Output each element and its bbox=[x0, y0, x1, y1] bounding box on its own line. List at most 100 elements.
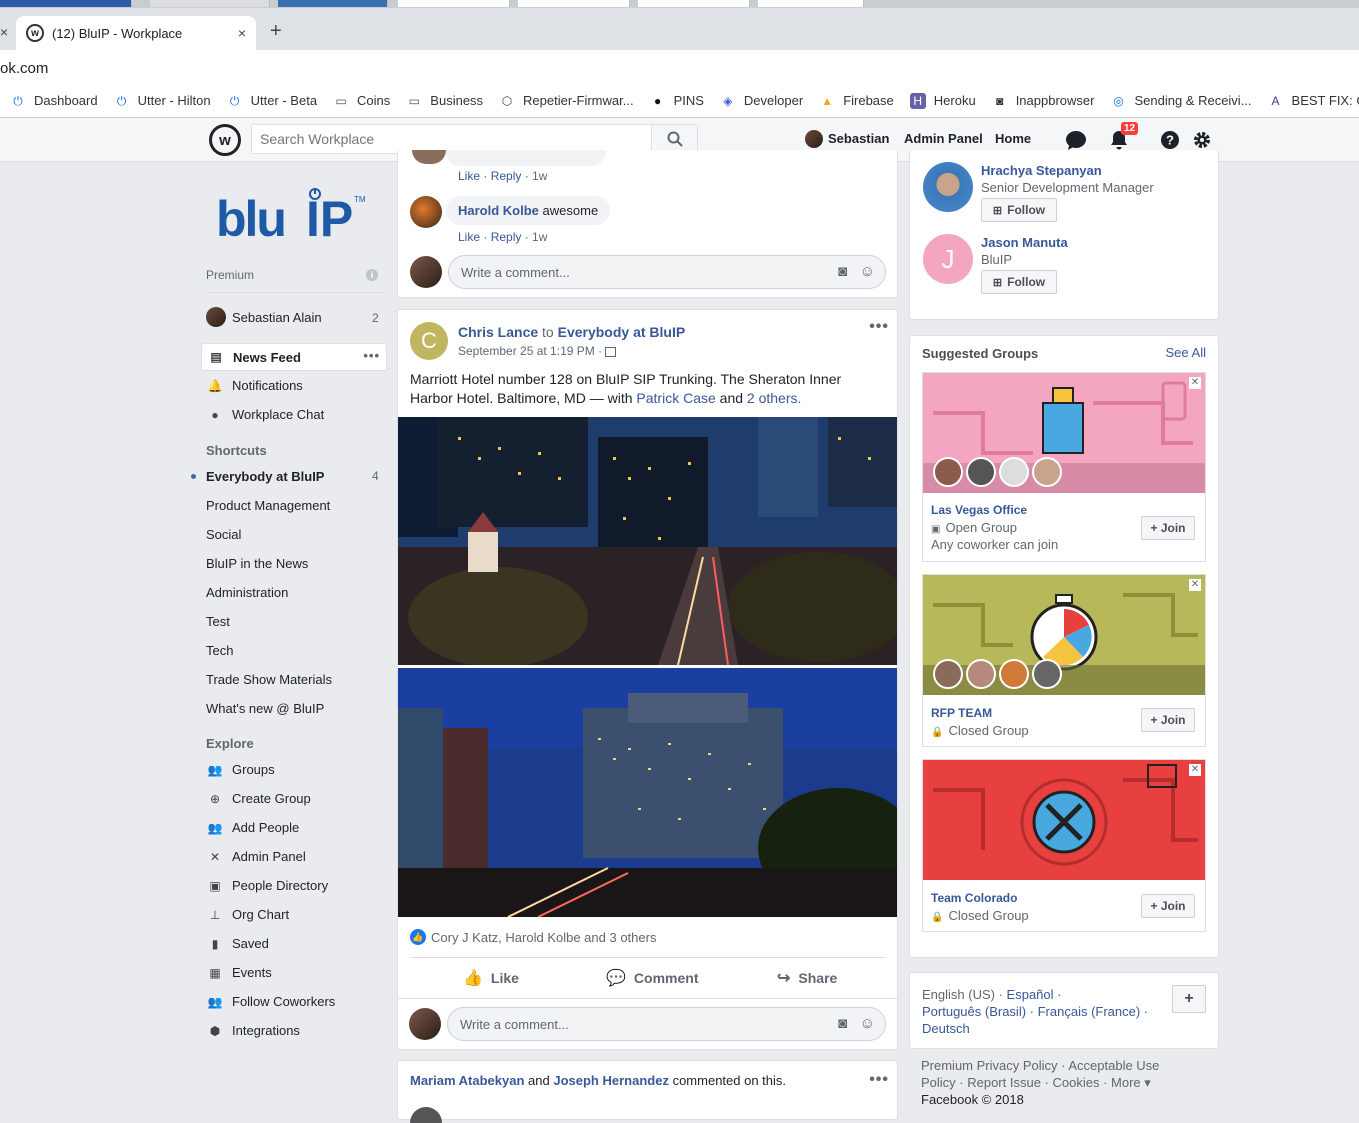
bookmark-item[interactable]: H Heroku bbox=[909, 92, 976, 109]
explore-item[interactable]: 👥 Groups bbox=[206, 762, 275, 777]
bookmark-item[interactable]: ◈ Developer bbox=[720, 93, 803, 109]
close-icon[interactable]: × bbox=[238, 25, 246, 41]
tab-thumbnail[interactable] bbox=[758, 0, 864, 7]
shortcut-item[interactable]: Everybody at BluIP 4 bbox=[191, 469, 379, 484]
new-tab-button[interactable]: + bbox=[270, 20, 282, 43]
avatar[interactable]: J bbox=[923, 234, 973, 284]
group-card[interactable]: ✕ RFP TEAM 🔒 Closed Group + Join bbox=[922, 574, 1206, 747]
address-bar[interactable]: ok.com bbox=[0, 50, 1359, 84]
home-link[interactable]: Home bbox=[995, 131, 1031, 146]
close-icon[interactable]: × bbox=[0, 24, 8, 40]
group-name[interactable]: RFP TEAM bbox=[931, 706, 992, 720]
tab-thumbnail[interactable] bbox=[278, 0, 388, 7]
tagged-others[interactable]: 2 others. bbox=[747, 390, 801, 406]
bookmark-item[interactable]: ⏻ Utter - Beta bbox=[227, 93, 317, 109]
reactions-summary[interactable]: 👍 Cory J Katz, Harold Kolbe and 3 others bbox=[410, 929, 656, 945]
reply-link[interactable]: Reply bbox=[491, 230, 522, 244]
group-cover[interactable]: ✕ bbox=[923, 760, 1205, 880]
browser-tab-active[interactable]: w (12) BluIP - Workplace × bbox=[16, 16, 256, 50]
comment-author[interactable]: Harold Kolbe bbox=[458, 203, 539, 218]
like-link[interactable]: Like bbox=[458, 169, 480, 183]
post-author[interactable]: Chris Lance bbox=[458, 324, 538, 340]
explore-item[interactable]: ⊕ Create Group bbox=[206, 791, 311, 806]
chat-icon[interactable] bbox=[1064, 128, 1088, 152]
explore-item[interactable]: 👥 Add People bbox=[206, 820, 300, 835]
profile-link[interactable]: Sebastian bbox=[828, 131, 889, 146]
gear-icon[interactable] bbox=[1190, 128, 1214, 152]
avatar[interactable] bbox=[923, 162, 973, 212]
like-button[interactable]: 👍 Like bbox=[463, 968, 519, 988]
add-language-button[interactable]: + bbox=[1172, 985, 1206, 1013]
avatar[interactable] bbox=[410, 256, 442, 288]
admin-panel-link[interactable]: Admin Panel bbox=[904, 131, 983, 146]
help-icon[interactable]: ? bbox=[1158, 128, 1182, 152]
group-cover[interactable]: ✕ bbox=[923, 575, 1205, 695]
dismiss-icon[interactable]: ✕ bbox=[1189, 377, 1201, 389]
search-button[interactable] bbox=[651, 125, 697, 153]
bluip-logo[interactable]: blu IP TM bbox=[214, 188, 370, 247]
explore-item[interactable]: ▦ Events bbox=[206, 965, 271, 980]
avatar[interactable] bbox=[206, 307, 226, 327]
author-avatar[interactable]: C bbox=[410, 322, 448, 360]
emoji-icon[interactable]: ☺ bbox=[860, 263, 875, 280]
tab-thumbnail[interactable] bbox=[398, 0, 510, 7]
tab-thumbnail[interactable] bbox=[150, 0, 270, 7]
reactions-text[interactable]: Cory J Katz, Harold Kolbe and 3 others bbox=[431, 930, 656, 945]
bookmark-item[interactable]: A BEST FIX: Car bbox=[1268, 93, 1359, 109]
person-name[interactable]: Jason Manuta bbox=[981, 235, 1068, 250]
person-link[interactable]: Mariam Atabekyan bbox=[410, 1073, 524, 1088]
footer-line[interactable]: Premium Privacy Policy · Acceptable Use bbox=[921, 1057, 1159, 1074]
group-name[interactable]: Las Vegas Office bbox=[931, 503, 1027, 517]
avatar[interactable] bbox=[410, 196, 442, 228]
see-all-link[interactable]: See All bbox=[1166, 345, 1206, 360]
bookmark-item[interactable]: ⬡ Repetier-Firmwar... bbox=[499, 93, 634, 109]
post-photo[interactable] bbox=[398, 668, 897, 917]
follow-button[interactable]: ⊞ Follow bbox=[981, 198, 1057, 222]
shortcut-item[interactable]: Trade Show Materials bbox=[206, 672, 332, 687]
like-link[interactable]: Like bbox=[458, 230, 480, 244]
comment-button[interactable]: 💬 Comment bbox=[606, 968, 698, 988]
language-link[interactable]: Deutsch bbox=[922, 1021, 970, 1036]
group-card[interactable]: ✕ Las Vegas Office ▣ Open Group Any cowor… bbox=[922, 372, 1206, 562]
more-options-icon[interactable]: ••• bbox=[869, 318, 889, 336]
emoji-icon[interactable]: ☺ bbox=[860, 1015, 875, 1032]
audience-icon[interactable] bbox=[605, 346, 617, 357]
language-link[interactable]: Español · bbox=[1007, 987, 1062, 1002]
search-input[interactable] bbox=[252, 125, 652, 153]
shortcut-item[interactable]: Test bbox=[206, 614, 230, 629]
language-link[interactable]: Français (France) · bbox=[1038, 1004, 1149, 1019]
bookmark-item[interactable]: ▲ Firebase bbox=[819, 93, 894, 109]
post-target-group[interactable]: Everybody at BluIP bbox=[558, 324, 686, 340]
bookmark-item[interactable]: ◙ Inappbrowser bbox=[992, 93, 1094, 109]
join-button[interactable]: + Join bbox=[1141, 894, 1195, 918]
more-options-icon[interactable]: ••• bbox=[363, 348, 380, 363]
tab-thumbnail[interactable] bbox=[518, 0, 630, 7]
avatar[interactable] bbox=[805, 130, 823, 148]
nav-item-workplace-chat[interactable]: ● Workplace Chat bbox=[206, 407, 324, 422]
shortcut-item[interactable]: BluIP in the News bbox=[206, 556, 308, 571]
bookmark-item[interactable]: ▭ Coins bbox=[333, 93, 390, 109]
comment-input[interactable]: Write a comment... ◙ ☺ bbox=[448, 255, 886, 289]
bookmark-item[interactable]: ⏻ Utter - Hilton bbox=[114, 93, 211, 109]
language-link[interactable]: Português (Brasil) · bbox=[922, 1004, 1034, 1019]
avatar[interactable] bbox=[410, 1107, 442, 1123]
person-link[interactable]: Joseph Hernandez bbox=[553, 1073, 669, 1088]
footer-line[interactable]: Policy · Report Issue · Cookies · More ▾ bbox=[921, 1074, 1159, 1091]
explore-item[interactable]: ⬢ Integrations bbox=[206, 1023, 300, 1038]
tagged-person[interactable]: Patrick Case bbox=[636, 390, 715, 406]
shortcut-item[interactable]: Product Management bbox=[206, 498, 330, 513]
shortcut-item[interactable]: Social bbox=[206, 527, 241, 542]
explore-item[interactable]: ▣ People Directory bbox=[206, 878, 328, 893]
bookmark-item[interactable]: ● PINS bbox=[650, 93, 704, 109]
camera-icon[interactable]: ◙ bbox=[838, 263, 847, 280]
post-timestamp[interactable]: September 25 at 1:19 PM · bbox=[458, 344, 617, 358]
bookmark-item[interactable]: ▭ Business bbox=[406, 93, 483, 109]
group-card[interactable]: ✕ Team Colorado 🔒 Closed Group + Join bbox=[922, 759, 1206, 932]
dismiss-icon[interactable]: ✕ bbox=[1189, 579, 1201, 591]
profile-name[interactable]: Sebastian Alain bbox=[232, 310, 322, 325]
shortcut-item[interactable]: Administration bbox=[206, 585, 288, 600]
dismiss-icon[interactable]: ✕ bbox=[1189, 764, 1201, 776]
join-button[interactable]: + Join bbox=[1141, 708, 1195, 732]
explore-item[interactable]: 👥 Follow Coworkers bbox=[206, 994, 336, 1009]
url-text[interactable]: ok.com bbox=[0, 60, 48, 77]
